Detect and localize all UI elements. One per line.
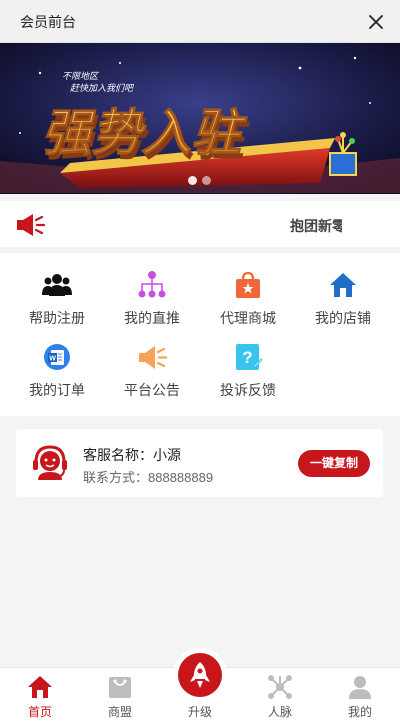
tab-label: 升级: [187, 705, 212, 719]
user-icon: [349, 676, 371, 699]
speaker-icon: [17, 214, 46, 236]
megaphone-icon: [139, 346, 167, 369]
shopping-bag-icon: [236, 271, 260, 298]
menu-item-help-register[interactable]: 帮助注册: [7, 253, 107, 326]
word-document-icon: W: [44, 344, 70, 370]
close-icon[interactable]: [364, 10, 388, 34]
tab-label: 首页: [27, 705, 52, 719]
menu-item-agent-mall[interactable]: 代理商城: [198, 253, 298, 326]
banner-headline: 强势入驻: [38, 104, 252, 162]
notice-bar[interactable]: 抱团新零售: [0, 201, 400, 247]
question-note-icon: ?: [236, 344, 263, 370]
people-group-icon: [42, 274, 72, 296]
menu-item-my-referrals[interactable]: 我的直推: [102, 253, 202, 326]
network-icon: [268, 675, 292, 699]
home-icon: [330, 273, 356, 297]
copy-button[interactable]: 一键复制: [298, 450, 370, 477]
menu-label: 我的订单: [29, 382, 85, 398]
tab-label: 我的: [347, 705, 372, 719]
menu-item-my-orders[interactable]: W 我的订单: [7, 325, 107, 398]
headset-service-icon: [33, 445, 67, 480]
tab-alliance[interactable]: 商盟: [80, 668, 160, 722]
svg-text:?: ?: [242, 348, 252, 367]
hierarchy-icon: [138, 271, 166, 298]
tab-network[interactable]: 人脉: [240, 668, 320, 722]
shopping-bag-icon: [109, 677, 131, 698]
tab-mine[interactable]: 我的: [320, 668, 400, 722]
service-name: 客服名称：小源: [83, 447, 181, 463]
banner-small-text-1: 不限地区: [62, 71, 100, 81]
tab-label: 商盟: [107, 705, 132, 719]
service-contact: 联系方式：888888889: [83, 470, 214, 485]
carousel-dot[interactable]: [188, 176, 197, 185]
tab-home[interactable]: 首页: [0, 668, 80, 722]
promo-banner[interactable]: 不限地区 赶快加入我们吧 强势入驻 强势入驻: [0, 43, 400, 194]
menu-item-feedback[interactable]: ? 投诉反馈: [198, 325, 298, 398]
home-icon: [28, 676, 52, 698]
menu-label: 投诉反馈: [220, 382, 276, 398]
menu-item-my-store[interactable]: 我的店铺: [293, 253, 393, 326]
upgrade-button[interactable]: [173, 648, 227, 702]
menu-item-platform-notice[interactable]: 平台公告: [102, 325, 202, 398]
menu-label: 平台公告: [124, 382, 180, 398]
carousel-dots[interactable]: [188, 176, 211, 185]
page-title: 会员前台: [20, 14, 76, 30]
menu-label: 我的店铺: [315, 310, 371, 326]
banner-image: 不限地区 赶快加入我们吧 强势入驻 强势入驻: [0, 43, 400, 194]
notice-scroll-text: 抱团新零售: [290, 218, 342, 234]
header-bar: 会员前台: [0, 0, 400, 43]
rocket-icon: [190, 662, 210, 688]
banner-small-text-2: 赶快加入我们吧: [70, 83, 135, 93]
customer-service-card: 客服名称：小源 联系方式：888888889 一键复制: [16, 429, 383, 497]
upgrade-button-inner[interactable]: [178, 653, 222, 697]
carousel-dot[interactable]: [202, 176, 211, 185]
svg-text:W: W: [49, 356, 56, 363]
function-menu: 帮助注册 我的直推 代理商城 我的店铺 W 我的订单 平台公告 ? 投诉反馈: [0, 253, 400, 416]
tab-label: 人脉: [267, 705, 292, 719]
